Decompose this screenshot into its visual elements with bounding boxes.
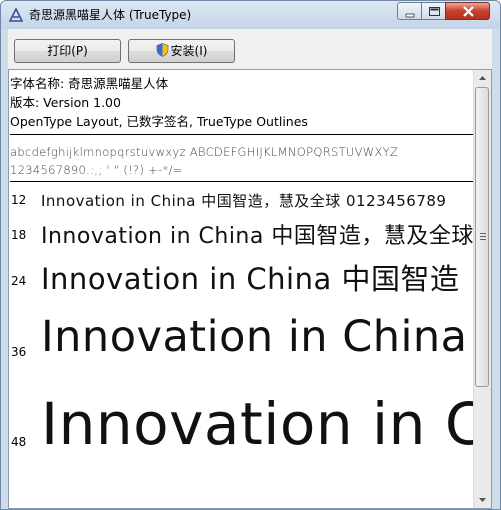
grip-line: [480, 239, 486, 240]
grip-line: [480, 236, 486, 237]
sample-text: Innovation in China 中国智造，慧及全球: [41, 224, 474, 249]
close-icon: [463, 6, 474, 17]
divider: [10, 134, 476, 135]
font-info: 字体名称: 奇思源黑喵星人体 版本: Version 1.00 OpenType…: [10, 74, 308, 131]
font-preview-pane: 字体名称: 奇思源黑喵星人体 版本: Version 1.00 OpenType…: [8, 69, 492, 509]
scroll-up-button[interactable]: [474, 70, 491, 87]
sample-text: Innovation in China 中国智造，慧及全球 0123456789: [41, 192, 447, 210]
title-bar[interactable]: 奇思源黑喵星人体 (TrueType): [1, 1, 500, 29]
minimize-button[interactable]: [397, 2, 422, 20]
size-label: 24: [11, 274, 27, 288]
print-button[interactable]: 打印(P): [14, 39, 121, 63]
scroll-down-button[interactable]: [474, 491, 491, 508]
scroll-down-icon: [479, 498, 486, 502]
sample-text: Innovation in China: [41, 312, 468, 362]
layout-line: OpenType Layout, 已数字签名, TrueType Outline…: [10, 114, 308, 129]
toolbar: 打印(P) 安装(I): [8, 29, 492, 69]
size-label: 12: [11, 193, 27, 207]
divider: [10, 181, 476, 182]
size-label: 48: [11, 435, 27, 449]
close-button[interactable]: [445, 2, 490, 20]
uac-shield-icon: [156, 42, 169, 57]
install-button[interactable]: 安装(I): [128, 39, 235, 63]
size-label: 18: [11, 228, 27, 242]
vertical-scrollbar[interactable]: [473, 70, 491, 508]
install-button-label: 安装(I): [170, 44, 208, 58]
sample-text: Innovation in C: [41, 390, 486, 458]
font-viewer-window: 奇思源黑喵星人体 (TrueType) 打印(P) 安装(I) 字体名称: 奇思…: [0, 0, 501, 510]
maximize-icon: [429, 7, 440, 16]
charset-letters: abcdefghijklmnopqrstuvwxyz ABCDEFGHIJKLM…: [10, 145, 399, 159]
font-name-line: 字体名称: 奇思源黑喵星人体: [10, 76, 169, 91]
scroll-up-icon: [479, 76, 486, 80]
window-title: 奇思源黑喵星人体 (TrueType): [29, 8, 192, 22]
minimize-icon: [405, 13, 415, 18]
size-label: 36: [11, 345, 27, 359]
charset-digits: 1234567890.:,; ' " (!?) +-*/=: [10, 163, 183, 177]
print-button-label: 打印(P): [47, 44, 88, 58]
grip-line: [480, 233, 486, 234]
sample-text: Innovation in China 中国智造: [41, 262, 460, 296]
scrollbar-thumb[interactable]: [475, 87, 489, 387]
version-line: 版本: Version 1.00: [10, 95, 121, 110]
maximize-button[interactable]: [421, 2, 446, 20]
font-app-icon: [8, 7, 24, 23]
